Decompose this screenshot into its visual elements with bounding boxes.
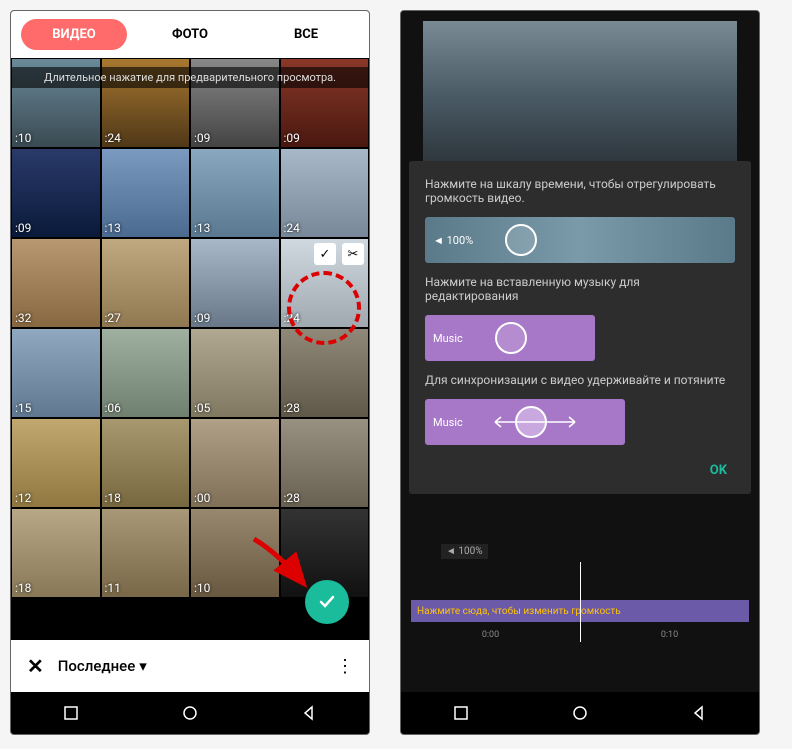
grid-cell[interactable]: :10: [190, 508, 280, 598]
duration-label: :15: [15, 401, 31, 415]
grid-cell[interactable]: :13: [101, 148, 191, 238]
duration-label: :18: [105, 491, 121, 505]
duration-label: :06: [105, 401, 121, 415]
grid-cell[interactable]: :00: [190, 418, 280, 508]
grid-cell[interactable]: :24: [280, 148, 370, 238]
tab-bar: ВИДЕО ФОТО ВСЕ: [11, 11, 369, 58]
phone-right: Нажмите на шкалу времени, чтобы отрегули…: [400, 10, 760, 735]
grid-cell[interactable]: :09: [11, 148, 101, 238]
timeline-area: ◄ 100% Нажмите сюда, чтобы изменить гром…: [401, 504, 759, 692]
duration-label: :13: [194, 221, 210, 235]
playhead[interactable]: [580, 562, 581, 642]
check-icon: [317, 592, 337, 612]
select-icon[interactable]: ✓: [314, 243, 336, 265]
duration-label: :24: [284, 221, 300, 235]
video-vol-knob[interactable]: [505, 224, 537, 256]
grid-cell[interactable]: :12: [11, 418, 101, 508]
editor-screen: Нажмите на шкалу времени, чтобы отрегули…: [401, 11, 759, 692]
duration-label: :12: [15, 491, 31, 505]
help-dialog: Нажмите на шкалу времени, чтобы отрегули…: [409, 161, 751, 494]
video-vol-label: ◄ 100%: [433, 234, 473, 247]
media-grid: :10:24:09:09:09:13:13:24:32:27:09:24✓✂:1…: [11, 58, 369, 640]
tip-text-2: Нажмите на вставленную музыку для редакт…: [425, 275, 735, 303]
grid-cell[interactable]: :06: [101, 328, 191, 418]
confirm-fab[interactable]: [305, 580, 349, 624]
duration-label: :24: [284, 311, 300, 325]
duration-label: :09: [284, 131, 300, 145]
duration-label: :28: [284, 491, 300, 505]
grid-cell[interactable]: :18: [101, 418, 191, 508]
nav-recent-icon[interactable]: [63, 705, 79, 721]
duration-label: :32: [15, 311, 31, 325]
duration-label: :11: [105, 581, 121, 595]
grid-cell[interactable]: :28: [280, 418, 370, 508]
duration-label: :28: [284, 401, 300, 415]
grid-cell[interactable]: :18: [11, 508, 101, 598]
grid-cell[interactable]: :15: [11, 328, 101, 418]
duration-label: :24: [105, 131, 121, 145]
duration-label: :00: [194, 491, 210, 505]
timeline-vol-badge: ◄ 100%: [441, 544, 488, 559]
tab-video[interactable]: ВИДЕО: [21, 19, 127, 50]
duration-label: :10: [15, 131, 31, 145]
duration-label: :09: [194, 131, 210, 145]
tab-photo[interactable]: ФОТО: [137, 19, 243, 50]
duration-label: :09: [15, 221, 31, 235]
bottom-bar: ✕ Последнее ▾ ⋮: [11, 640, 369, 692]
nav-home-icon[interactable]: [572, 705, 588, 721]
drag-arrows-icon: [485, 412, 585, 432]
dropdown-label: Последнее: [58, 657, 135, 675]
phone-left: ВИДЕО ФОТО ВСЕ Длительное нажатие для пр…: [10, 10, 370, 735]
grid-cell[interactable]: :24✓✂: [280, 238, 370, 328]
video-preview[interactable]: [423, 21, 737, 171]
grid-cell[interactable]: :11: [101, 508, 191, 598]
duration-label: :05: [194, 401, 210, 415]
duration-label: :18: [15, 581, 31, 595]
scissors-icon[interactable]: ✂: [342, 243, 364, 265]
nav-back-icon[interactable]: [301, 705, 317, 721]
album-dropdown[interactable]: Последнее ▾: [58, 657, 147, 675]
tab-all[interactable]: ВСЕ: [253, 19, 359, 50]
video-volume-strip[interactable]: ◄ 100%: [425, 217, 735, 263]
grid-cell[interactable]: :09: [190, 238, 280, 328]
nav-home-icon[interactable]: [182, 705, 198, 721]
grid-cell[interactable]: :27: [101, 238, 191, 328]
grid-cell[interactable]: :32: [11, 238, 101, 328]
music-label-1: Music: [433, 332, 463, 345]
music-label-2: Music: [433, 416, 463, 429]
grid-cell[interactable]: :13: [190, 148, 280, 238]
music-strip-1[interactable]: Music: [425, 315, 595, 361]
time-1: 0:10: [661, 630, 678, 640]
duration-label: :09: [194, 311, 210, 325]
cell-actions: ✓✂: [314, 243, 364, 265]
close-icon[interactable]: ✕: [27, 654, 44, 678]
nav-back-icon[interactable]: [691, 705, 707, 721]
android-navbar-2: [401, 692, 759, 734]
music-strip-2[interactable]: Music: [425, 399, 625, 445]
chevron-down-icon: ▾: [139, 657, 147, 675]
grid-cell[interactable]: :05: [190, 328, 280, 418]
duration-label: :27: [105, 311, 121, 325]
grid-cell[interactable]: :28: [280, 328, 370, 418]
android-navbar: [11, 692, 369, 734]
nav-recent-icon[interactable]: [453, 705, 469, 721]
ok-button[interactable]: OK: [702, 457, 735, 484]
duration-label: :10: [194, 581, 210, 595]
duration-label: :13: [105, 221, 121, 235]
time-0: 0:00: [482, 630, 499, 640]
more-icon[interactable]: ⋮: [336, 656, 353, 677]
longpress-hint: Длительное нажатие для предварительного …: [11, 67, 369, 88]
music-knob-1[interactable]: [495, 322, 527, 354]
tip-text-1: Нажмите на шкалу времени, чтобы отрегули…: [425, 177, 735, 205]
tip-text-3: Для синхронизации с видео удерживайте и …: [425, 373, 735, 387]
